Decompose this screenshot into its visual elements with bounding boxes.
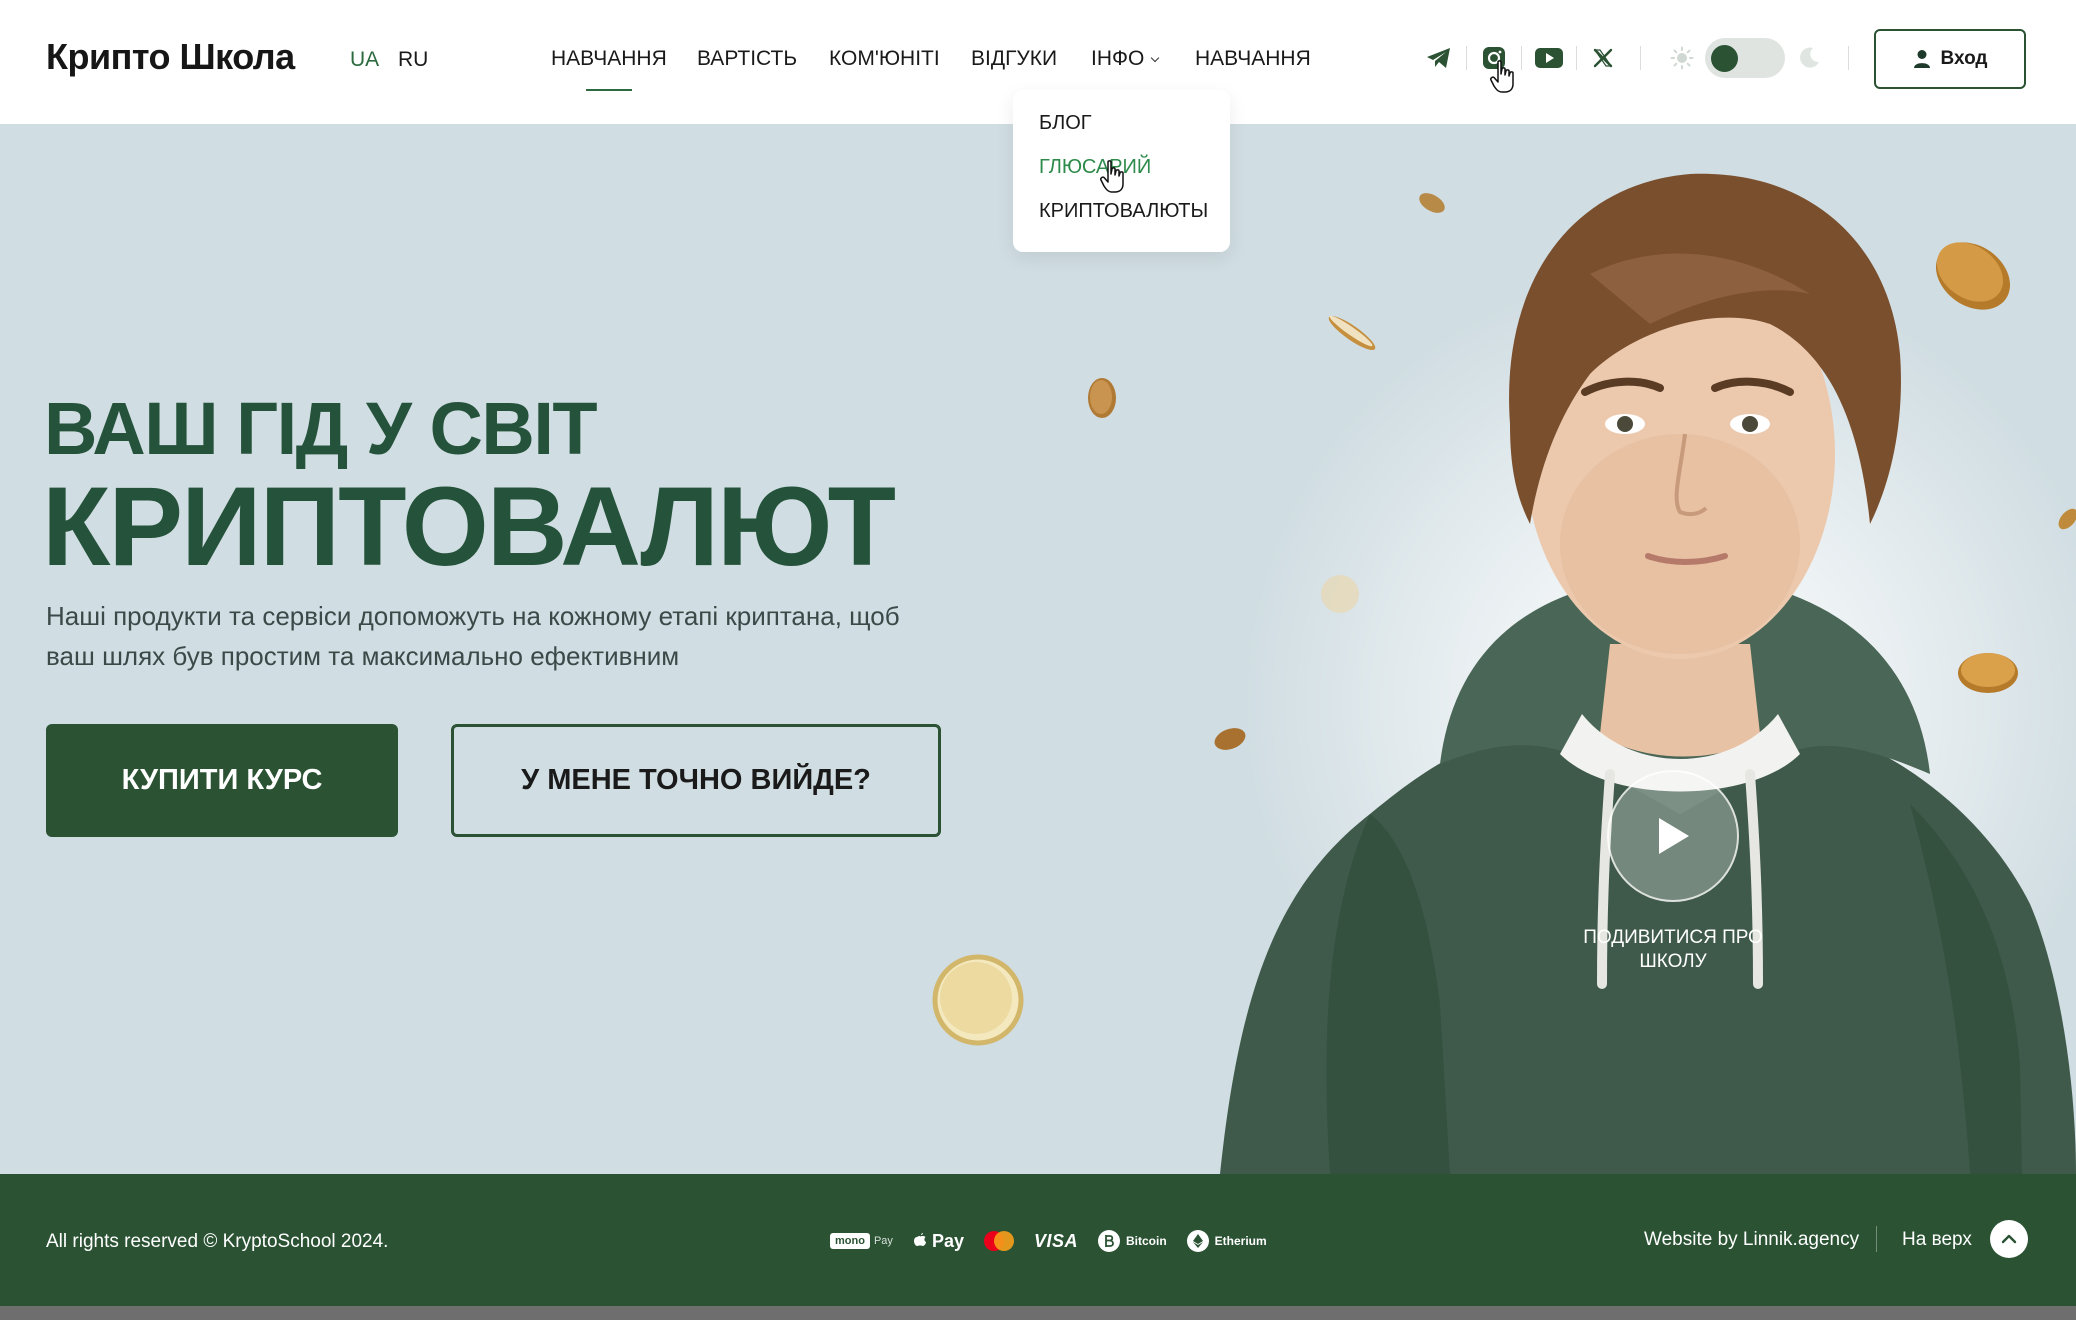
back-to-top-button[interactable]: [1990, 1220, 2028, 1258]
divider: [1848, 46, 1849, 70]
hero-title-line1: ВАШ ГІД У СВІТ: [44, 387, 598, 470]
buy-course-label: КУПИТИ КУРС: [121, 764, 323, 796]
login-label: Вход: [1940, 48, 1988, 69]
moon-icon[interactable]: [1795, 44, 1823, 72]
bitcoin-icon: [1097, 1230, 1120, 1252]
apple-icon: [913, 1232, 926, 1246]
language-ua[interactable]: UA: [350, 48, 379, 72]
mono-pay-label: Pay: [873, 1235, 893, 1247]
language-ru[interactable]: RU: [398, 48, 428, 72]
nav-label: ВІДГУКИ: [971, 47, 1058, 70]
play-video-button[interactable]: [1607, 770, 1739, 902]
nav-item-info[interactable]: ІНФО: [1091, 47, 1160, 71]
bottom-strip: [0, 1306, 2076, 1320]
divider: [1576, 46, 1577, 70]
site-logo[interactable]: Крипто Школа: [46, 36, 295, 78]
coin-decoration: [932, 954, 1024, 1046]
chevron-down-icon: [1151, 53, 1160, 63]
nav-label: ВАРТІСТЬ: [697, 47, 798, 70]
coin-decoration: [1088, 378, 1116, 418]
payment-methods: mono Pay Pay VISA Bitcoin Etherium: [830, 1228, 1267, 1254]
will-i-succeed-button[interactable]: У МЕНЕ ТОЧНО ВИЙДЕ?: [451, 724, 941, 837]
nav-label: ІНФО: [1091, 47, 1145, 70]
nav-label: КОМ'ЮНІТІ: [829, 47, 940, 70]
hero-subtitle: Наші продукти та сервіси допоможуть на к…: [46, 601, 900, 671]
dropdown-item-blog[interactable]: БЛОГ: [1039, 112, 1092, 135]
nav-label: НАВЧАННЯ: [1195, 47, 1311, 70]
divider: [1876, 1226, 1877, 1252]
play-icon: [1659, 818, 1689, 854]
nav-label: НАВЧАННЯ: [551, 47, 667, 70]
etherium-label: Etherium: [1214, 1234, 1267, 1248]
agency-credit-link[interactable]: Website by Linnik.agency: [1644, 1229, 1859, 1251]
will-i-succeed-label: У МЕНЕ ТОЧНО ВИЙДЕ?: [521, 764, 871, 796]
login-button[interactable]: Вход: [1874, 29, 2026, 89]
monopay-logo: mono Pay: [830, 1233, 893, 1249]
hand-cursor-icon: [1100, 160, 1124, 193]
chevron-up-icon: [2001, 1234, 2017, 1244]
hero-section: ВАШ ГІД У СВІТ КРИПТОВАЛЮТ Наші продукти…: [0, 124, 2076, 1174]
dropdown-item-cryptocurrencies[interactable]: КРИПТОВАЛЮТЫ: [1039, 200, 1208, 223]
nav-item-reviews[interactable]: ВІДГУКИ: [971, 47, 1057, 71]
bitcoin-label: Bitcoin: [1125, 1234, 1167, 1248]
user-icon: [1913, 50, 1930, 68]
mastercard-logo: [983, 1231, 1014, 1251]
ethereum-icon: [1186, 1230, 1209, 1252]
youtube-icon[interactable]: [1534, 44, 1564, 72]
nav-item-learning-2[interactable]: НАВЧАННЯ: [1195, 47, 1311, 71]
divider: [1466, 46, 1467, 70]
theme-toggle[interactable]: [1705, 38, 1785, 78]
mono-label: mono: [830, 1233, 870, 1249]
apple-pay-logo: Pay: [913, 1231, 964, 1252]
bitcoin-logo: Bitcoin: [1097, 1230, 1167, 1252]
divider: [1640, 46, 1641, 70]
ethereum-logo: Etherium: [1186, 1230, 1267, 1252]
visa-logo: VISA: [1033, 1230, 1078, 1251]
buy-course-button[interactable]: КУПИТИ КУРС: [46, 724, 398, 837]
toggle-knob: [1711, 45, 1738, 72]
back-to-top-label[interactable]: На верх: [1902, 1229, 1972, 1251]
copyright-text: All rights reserved © KryptoSchool 2024.: [46, 1231, 389, 1252]
dropdown-item-glossary[interactable]: ГЛЮСАРИЙ: [1039, 156, 1151, 179]
x-icon[interactable]: [1589, 44, 1617, 72]
footer: All rights reserved © KryptoSchool 2024.…: [0, 1174, 2076, 1306]
apple-pay-label: Pay: [931, 1230, 964, 1251]
telegram-icon[interactable]: [1425, 44, 1453, 72]
nav-item-learning[interactable]: НАВЧАННЯ: [551, 47, 667, 91]
divider: [1521, 46, 1522, 70]
watch-school-label[interactable]: ПОДИВИТИСЯ ПРО ШКОЛУ: [1575, 926, 1771, 974]
hand-cursor-icon: [1490, 60, 1514, 93]
student-portrait-image: [1220, 173, 2076, 1174]
nav-item-community[interactable]: КОМ'ЮНІТІ: [829, 47, 940, 71]
nav-item-price[interactable]: ВАРТІСТЬ: [697, 47, 797, 71]
hero-title-line2: КРИПТОВАЛЮТ: [42, 464, 896, 589]
sun-icon[interactable]: [1668, 44, 1696, 72]
